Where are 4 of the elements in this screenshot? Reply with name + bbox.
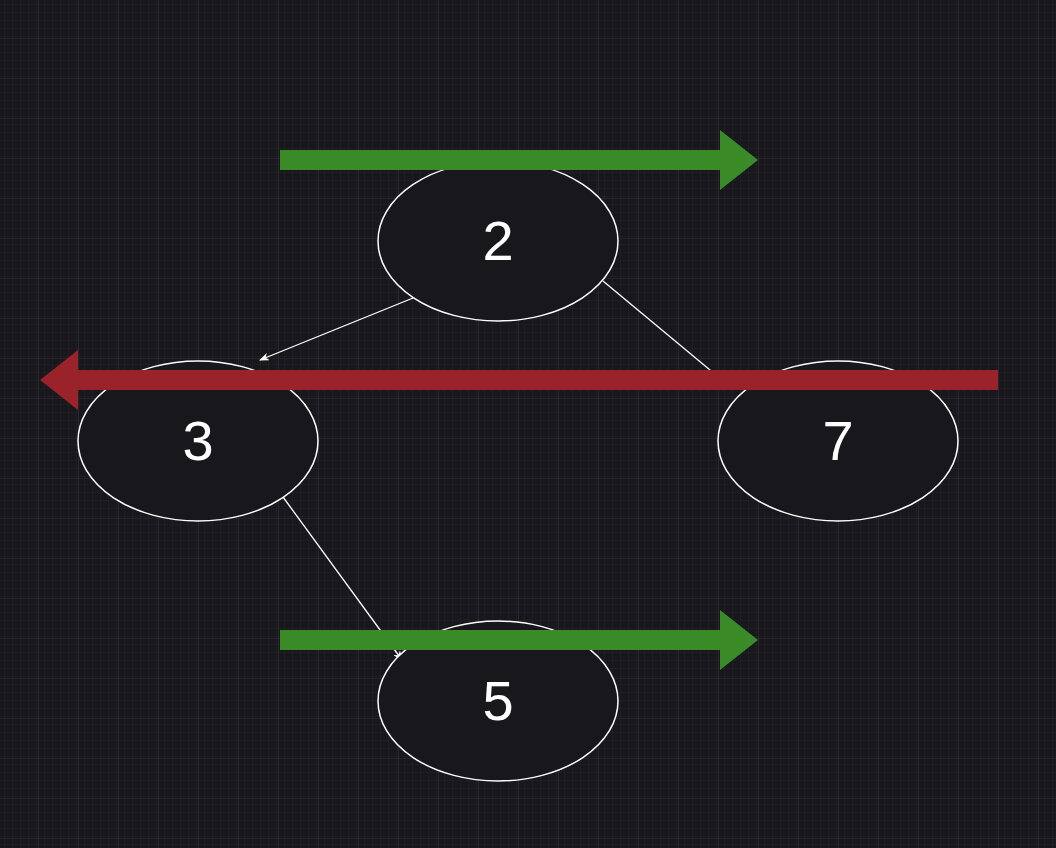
node-label: 5 [482,669,514,732]
node-label: 2 [482,209,514,272]
node-label: 3 [182,409,214,472]
node-label: 7 [822,409,854,472]
